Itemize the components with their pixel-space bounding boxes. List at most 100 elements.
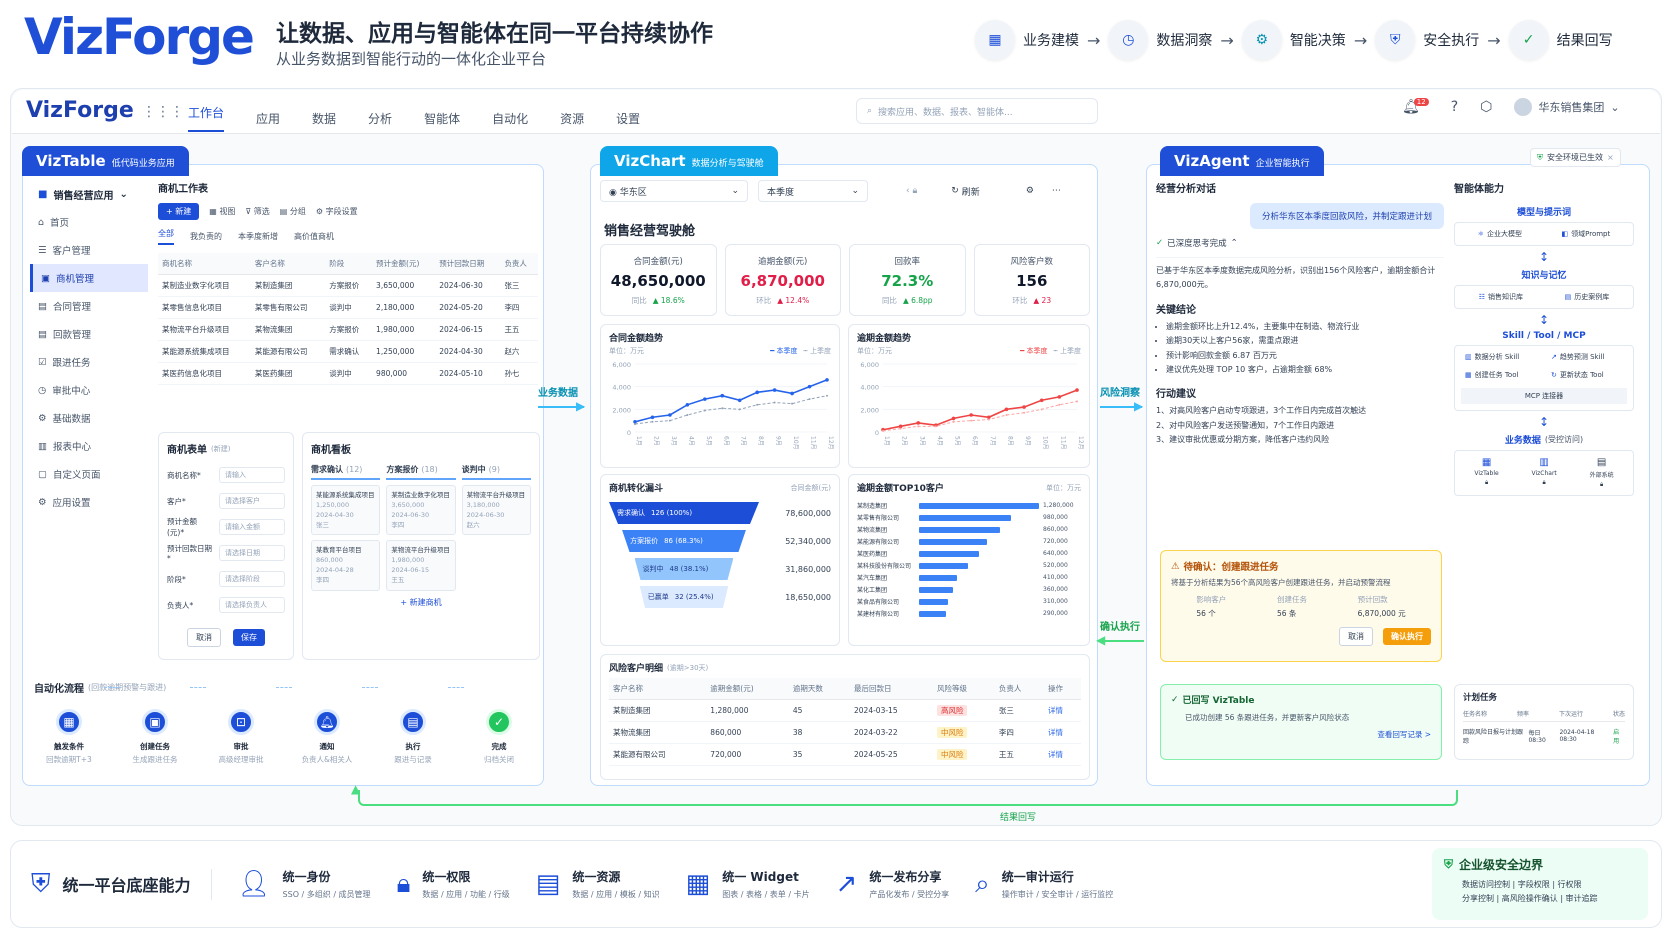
case-chip[interactable]: ▤ 历史案例库: [1565, 292, 1610, 302]
kpi-card[interactable]: 逾期金额(元) 6,870,000 环比 ▲ 12.4%: [724, 244, 841, 316]
kpi-card[interactable]: 回款率 72.3% 同比 ▲ 6.8pp: [849, 244, 966, 316]
task-row[interactable]: 回款风险日报与计划跟踪 每日 08:30 2024-04-18 08:30 启用: [1463, 722, 1625, 745]
add-opportunity-link[interactable]: + 新建商机: [311, 597, 531, 608]
settings-icon[interactable]: ⚙: [1026, 186, 1034, 196]
sidebar-item-opportunities[interactable]: ▣ 商机管理: [30, 264, 148, 292]
sidebar-item-approvals[interactable]: ◷ 审批中心: [30, 376, 148, 404]
confirm-execute-button[interactable]: 确认执行: [1383, 628, 1431, 645]
field-settings-button[interactable]: ⚙ 字段设置: [316, 206, 358, 217]
form-input[interactable]: 请选择阶段: [219, 571, 285, 587]
nav-tab-workbench[interactable]: 工作台: [188, 104, 225, 132]
table-row[interactable]: 某零售信息化项目 某零售有限公司 谈判中 2,180,000 2024-05-20 李四: [158, 296, 538, 319]
sidebar-item-reports[interactable]: ▥ 报表中心: [30, 432, 148, 460]
filter-button[interactable]: ⊽ 筛选: [245, 206, 269, 217]
column-header[interactable]: 预计金额(元): [372, 253, 436, 275]
form-input[interactable]: 请选择客户: [219, 493, 285, 509]
source-vizchart[interactable]: ▥ VizChart 🔒︎: [1532, 457, 1557, 489]
period-select[interactable]: 本季度 ⌄: [758, 180, 868, 202]
sidebar-item-payments[interactable]: ▤ 回款管理: [30, 320, 148, 348]
kanban-card[interactable]: 某物流平台升级项目 3,180,000 2024-06-30 赵六: [461, 485, 531, 536]
automation-step[interactable]: ▤ 执行 跟进与记录: [378, 709, 448, 765]
automation-step[interactable]: ▣ 创建任务 生成跟进任务: [120, 709, 190, 765]
funnel-stage[interactable]: 方案报价 86 (68.3%) 52,340,000: [609, 530, 831, 552]
sidebar-item-followups[interactable]: ☑ 跟进任务: [30, 348, 148, 376]
bar-row[interactable]: 某建材有限公司 290,000: [857, 608, 1081, 619]
form-input[interactable]: 请选择负责人: [219, 597, 285, 613]
kanban-card[interactable]: 某教育平台项目 860,000 2024-04-28 李四: [311, 540, 381, 591]
search-input[interactable]: ⌕ 搜索应用、数据、报表、智能体...: [856, 98, 1098, 124]
org-switcher[interactable]: 华东销售集团 ⌄: [1514, 98, 1620, 116]
sidebar-item-basedata[interactable]: ⚙ 基础数据: [30, 404, 148, 432]
bar-row[interactable]: 某零售有限公司 980,000: [857, 512, 1081, 523]
form-input[interactable]: 请输入金额: [219, 519, 285, 535]
kb-chip[interactable]: ☷ 销售知识库: [1479, 292, 1523, 302]
kpi-card[interactable]: 风险客户数 156 环比 ▲ 23: [973, 244, 1090, 316]
group-button[interactable]: ▤ 分组: [280, 206, 306, 217]
app-selector[interactable]: ■ 销售经营应用 ⌄: [30, 180, 148, 208]
column-header[interactable]: 最后回款日: [850, 678, 933, 700]
automation-step[interactable]: ⊡ 审批 高级经理审批: [206, 709, 276, 765]
table-row[interactable]: 某物流集团 860,000 38 2024-03-22 中风险 李四 详情: [609, 721, 1081, 744]
sidebar-item-customers[interactable]: ☰ 客户管理: [30, 236, 148, 264]
table-cell[interactable]: 详情: [1043, 743, 1081, 766]
kanban-card[interactable]: 某制造业数字化项目 3,650,000 2024-06-30 李四: [386, 485, 456, 536]
hexagon-icon[interactable]: ⬡: [1480, 99, 1492, 115]
column-header[interactable]: 逾期天数: [788, 678, 850, 700]
subtab-new-quarter[interactable]: 本季度新增: [238, 231, 278, 242]
column-header[interactable]: 风险等级: [932, 678, 995, 700]
nav-tab-automation[interactable]: 自动化: [492, 110, 528, 127]
view-writeback-link[interactable]: 查看回写记录 >: [1171, 729, 1431, 740]
bar-row[interactable]: 某医药集团 640,000: [857, 548, 1081, 559]
automation-step[interactable]: 🔔︎ 通知 负责人&相关人: [292, 709, 362, 765]
sidebar-item-contracts[interactable]: ▤ 合同管理: [30, 292, 148, 320]
funnel-stage[interactable]: 谈判中 48 (38.1%) 31,860,000: [609, 558, 831, 580]
nav-tab-resources[interactable]: 资源: [560, 110, 584, 127]
nav-tab-apps[interactable]: 应用: [256, 110, 280, 127]
table-row[interactable]: 某能源系统集成项目 某能源有限公司 需求确认 1,250,000 2024-04-30 赵…: [158, 340, 538, 363]
bar-row[interactable]: 某化工集团 360,000: [857, 584, 1081, 595]
tool-create-task[interactable]: ▦ 创建任务 Tool: [1465, 370, 1537, 380]
column-header[interactable]: 逾期金额(元): [706, 678, 789, 700]
table-row[interactable]: 某制造集团 1,280,000 45 2024-03-15 高风险 张三 详情: [609, 699, 1081, 722]
nav-logo[interactable]: VizForge: [26, 98, 134, 123]
cancel-button[interactable]: 取消: [187, 628, 221, 647]
automation-step[interactable]: ✓ 完成 归档关闭: [464, 709, 534, 765]
kanban-card[interactable]: 某物流平台升级项目 1,980,000 2024-06-15 王五: [386, 540, 456, 591]
nav-tab-agents[interactable]: 智能体: [424, 110, 460, 127]
column-header[interactable]: 负责人: [500, 253, 538, 275]
form-input[interactable]: 请输入: [219, 467, 285, 483]
save-button[interactable]: 保存: [233, 629, 265, 646]
kanban-card[interactable]: 某能源系统集成项目 1,250,000 2024-04-30 张三: [311, 485, 381, 536]
new-button[interactable]: + 新建: [158, 203, 200, 220]
table-row[interactable]: 某医药信息化项目 某医药集团 谈判中 980,000 2024-05-10 孙七: [158, 362, 538, 385]
bell-icon[interactable]: 🔔︎ 12: [1402, 98, 1429, 115]
automation-step[interactable]: ▦ 触发条件 回款逾期T+3: [34, 709, 104, 765]
prompt-chip[interactable]: ◧ 领域Prompt: [1562, 229, 1611, 239]
table-row[interactable]: 某制造业数字化项目 某制造集团 方案报价 3,650,000 2024-06-30 张三: [158, 274, 538, 297]
region-select[interactable]: ◉ 华东区 ⌄: [600, 180, 748, 202]
bar-row[interactable]: 某物流集团 860,000: [857, 524, 1081, 535]
model-chip[interactable]: ⚛ 企业大模型: [1478, 229, 1522, 239]
close-icon[interactable]: ×: [1607, 153, 1614, 162]
table-row[interactable]: 某能源有限公司 720,000 35 2024-05-25 中风险 王五 详情: [609, 743, 1081, 766]
bar-row[interactable]: 某汽车集团 410,000: [857, 572, 1081, 583]
cancel-button[interactable]: 取消: [1339, 627, 1373, 646]
chevron-up-icon[interactable]: ⌃: [1231, 238, 1238, 248]
bar-row[interactable]: 某能源有限公司 720,000: [857, 536, 1081, 547]
nav-tab-settings[interactable]: 设置: [616, 110, 640, 127]
funnel-stage[interactable]: 需求确认 126 (100%) 78,600,000: [609, 502, 831, 524]
sidebar-item-home[interactable]: ⌂ 首页: [30, 208, 148, 236]
form-input[interactable]: 请选择日期: [219, 545, 285, 561]
lock-icon[interactable]: ‹ 🔒︎: [906, 186, 917, 196]
kpi-card[interactable]: 合同金额(元) 48,650,000 同比 ▲ 18.6%: [600, 244, 717, 316]
bar-row[interactable]: 某制造集团 1,280,000: [857, 500, 1081, 511]
refresh-button[interactable]: ↻ 刷新: [951, 185, 980, 198]
column-header[interactable]: 操作: [1043, 678, 1081, 700]
nav-tab-data[interactable]: 数据: [312, 110, 336, 127]
table-row[interactable]: 某物流平台升级项目 某物流集团 方案报价 1,980,000 2024-06-15 王五: [158, 318, 538, 341]
source-viztable[interactable]: ▦ VizTable 🔒︎: [1474, 457, 1498, 489]
column-header[interactable]: 负责人: [994, 678, 1044, 700]
column-header[interactable]: 阶段: [325, 253, 373, 275]
source-external[interactable]: ▤ 外部系统 🔒︎: [1590, 457, 1614, 489]
column-header[interactable]: 商机名称: [158, 253, 251, 275]
